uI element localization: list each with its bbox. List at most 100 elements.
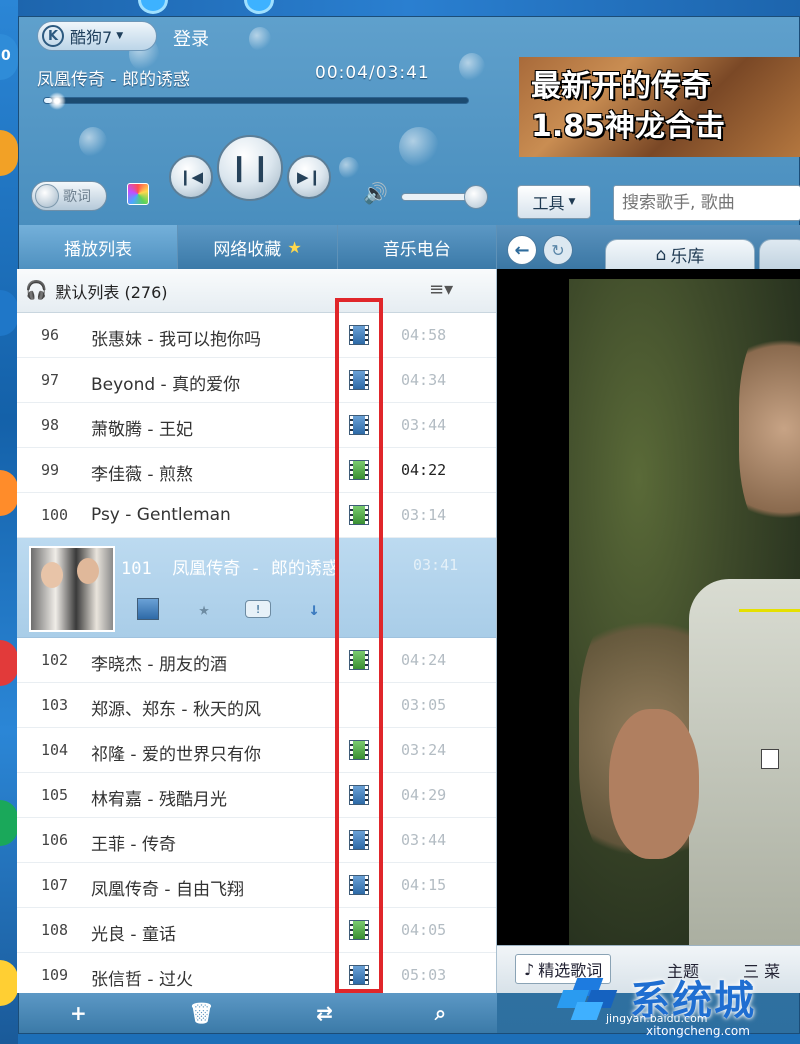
tab-favorites[interactable]: 网络收藏 ★ [178,225,338,269]
volume-handle[interactable] [463,185,488,209]
track-duration: 03:44 [401,831,447,849]
playlist-header[interactable]: 🎧 默认列表 (276) ≡▾ [17,269,496,313]
table-row[interactable]: 104 祁隆 - 爱的世界只有你 03:24 [17,728,496,773]
desktop-icon[interactable] [138,0,168,14]
track-number: 109 [41,966,69,984]
kugou-player-window: K 酷狗7 ▼ 登录 凤凰传奇 - 郎的诱惑 00:04/03:41 最新开的传… [17,16,800,1034]
track-title: 林宥嘉 - 残酷月光 [91,790,227,810]
info-icon[interactable]: ! [245,600,271,618]
track-number: 102 [41,651,69,669]
kugou-menu-button[interactable]: K 酷狗7 ▼ [37,21,157,51]
mv-icon[interactable] [349,965,369,985]
desktop-icon[interactable] [244,0,274,14]
volume-icon[interactable]: 🔊 [363,181,388,205]
tab-label: 网络收藏 [213,239,282,260]
tab-music-library[interactable]: ⌂ 乐库 [605,239,755,269]
mv-icon[interactable] [349,460,369,480]
mv-icon[interactable] [349,920,369,940]
mv-video-area[interactable] [497,269,800,945]
table-row[interactable]: 106 王菲 - 传奇 03:44 [17,818,496,863]
water-drop-decoration [459,53,485,81]
playlist-panel: 🎧 默认列表 (276) ≡▾ 96 张惠妹 - 我可以抱你吗 04:58 97 Bey… [17,269,497,993]
watermark: 系统城 jingyan.baidu.com xitongcheng.com [546,960,800,1040]
table-row[interactable]: 108 光良 - 童话 04:05 [17,908,496,953]
table-row[interactable]: 105 林宥嘉 - 残酷月光 04:29 [17,773,496,818]
refresh-button[interactable]: ↻ [543,235,573,265]
track-title: 王菲 - 传奇 [91,835,176,855]
tab-playlist[interactable]: 播放列表 [19,225,179,269]
add-icon[interactable]: + [70,1001,87,1025]
mv-icon[interactable] [349,325,369,345]
track-title: 李佳薇 - 煎熬 [91,465,193,485]
volume-slider[interactable] [401,185,488,209]
desktop-icon[interactable] [0,640,18,686]
search-input[interactable] [613,185,800,221]
track-title: Psy - Gentleman [91,505,231,525]
mv-icon[interactable] [137,598,159,620]
track-title: Beyond - 真的爱你 [91,375,241,395]
pause-button[interactable]: ❙❙ [217,135,283,201]
mv-icon[interactable] [349,415,369,435]
progress-handle[interactable] [47,92,66,110]
star-icon: ★ [287,237,302,257]
desktop-icon[interactable] [0,470,18,516]
track-duration: 03:41 [413,556,459,574]
table-row[interactable]: 107 凤凰传奇 - 自由飞翔 04:15 [17,863,496,908]
track-duration: 03:24 [401,741,447,759]
now-playing-title: 凤凰传奇 - 郎的诱惑 [37,70,190,90]
desktop-icon[interactable] [0,290,18,336]
track-number: 98 [41,416,60,434]
track-title: 萧敬腾 - 王妃 [91,420,193,440]
browser-tab-extra[interactable] [759,239,800,269]
playing-row[interactable]: 101 凤凰传奇 - 郎的诱惑 03:41 ★ ! ↓ [17,538,496,638]
table-row[interactable]: 98 萧敬腾 - 王妃 03:44 [17,403,496,448]
table-row[interactable]: 102 李晓杰 - 朋友的酒 04:24 [17,638,496,683]
desktop-icon[interactable]: 0 [0,34,18,80]
previous-track-button[interactable]: ❙◀ [169,155,213,199]
download-icon[interactable]: ↓ [303,598,325,620]
table-row[interactable]: 100 Psy - Gentleman 03:14 [17,493,496,538]
table-row[interactable]: 99 李佳薇 - 煎熬 04:22 [17,448,496,493]
album-cover [29,546,115,632]
mv-icon[interactable] [349,650,369,670]
ad-line-2: 1.85神龙合击 [531,109,726,144]
track-number: 106 [41,831,69,849]
playback-progress-bar[interactable] [43,92,469,110]
lyrics-toggle[interactable]: 歌词 [31,181,107,211]
tab-radio[interactable]: 音乐电台 [337,225,497,269]
search-icon[interactable]: ⌕ [435,1001,446,1025]
shuffle-icon[interactable]: ⇄ [316,1001,333,1025]
app-name: 酷狗7 [70,28,113,47]
advertisement-banner[interactable]: 最新开的传奇 1.85神龙合击 [519,57,800,157]
track-number: 99 [41,461,60,479]
track-title: 凤凰传奇 - 郎的诱惑 [172,559,339,579]
mv-icon[interactable] [349,740,369,760]
mv-icon[interactable] [349,875,369,895]
track-duration: 04:34 [401,371,447,389]
track-number: 103 [41,696,69,714]
mv-icon[interactable] [349,830,369,850]
pause-icon: ❙❙ [228,153,272,183]
desktop-icon[interactable] [0,130,18,176]
table-row[interactable]: 97 Beyond - 真的爱你 04:34 [17,358,496,403]
login-link[interactable]: 登录 [173,25,209,51]
mv-icon[interactable] [349,785,369,805]
next-track-button[interactable]: ▶❙ [287,155,331,199]
star-icon[interactable]: ★ [193,598,215,620]
back-button[interactable]: ← [507,235,537,265]
table-row[interactable]: 103 郑源、郑东 - 秋天的风 03:05 [17,683,496,728]
desktop-icon[interactable] [0,800,18,846]
track-duration: 04:24 [401,651,447,669]
track-duration: 04:15 [401,876,447,894]
tools-dropdown-button[interactable]: 工具 ▼ [517,185,591,219]
table-row[interactable]: 109 张信哲 - 过火 05:03 [17,953,496,993]
music-note-icon: ♪ [524,959,535,979]
skin-palette-icon[interactable] [127,183,149,205]
main-tabs: 播放列表 网络收藏 ★ 音乐电台 [19,225,497,269]
mv-icon[interactable] [349,505,369,525]
playlist-menu-icon[interactable]: ≡▾ [429,279,453,300]
desktop-icon[interactable] [0,960,18,1006]
mv-icon[interactable] [349,370,369,390]
trash-icon[interactable]: 🗑 [189,1001,214,1025]
table-row[interactable]: 96 张惠妹 - 我可以抱你吗 04:58 [17,313,496,358]
